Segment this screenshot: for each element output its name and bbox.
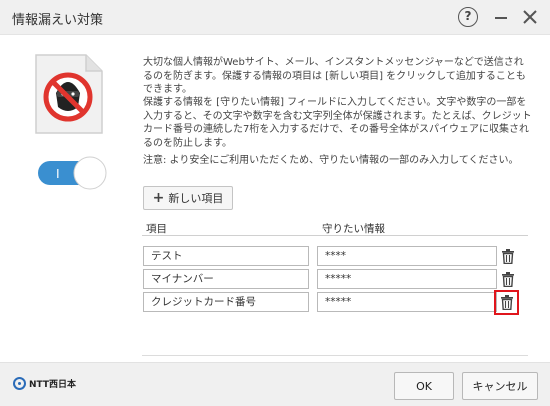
item-name-field[interactable]: マイナンバー bbox=[143, 269, 309, 289]
minimize-button[interactable] bbox=[495, 17, 507, 19]
item-name-field[interactable]: テスト bbox=[143, 246, 309, 266]
trash-icon bbox=[500, 295, 513, 310]
trash-icon bbox=[502, 271, 514, 287]
logo-mark-icon bbox=[13, 377, 26, 390]
dialog-footer: NTT西日本 OK キャンセル bbox=[0, 362, 550, 406]
protected-value-field[interactable]: ***** bbox=[317, 292, 497, 312]
close-icon[interactable] bbox=[521, 8, 539, 26]
toggle-label: I bbox=[56, 166, 60, 181]
cancel-button[interactable]: キャンセル bbox=[462, 372, 538, 400]
item-name-field[interactable]: クレジットカード番号 bbox=[143, 292, 309, 312]
delete-row-button[interactable] bbox=[498, 246, 518, 266]
description-paragraph-1: 大切な個人情報がWebサイト、メール、インスタントメッセンジャーなどで送信される… bbox=[143, 57, 526, 96]
add-new-item-button[interactable]: + 新しい項目 bbox=[143, 186, 233, 210]
column-header-item: 項目 bbox=[146, 223, 167, 235]
column-header-protected-info: 守りたい情報 bbox=[322, 223, 385, 235]
header-divider bbox=[142, 235, 528, 236]
protected-value-field[interactable]: **** bbox=[317, 246, 497, 266]
delete-row-button[interactable] bbox=[498, 269, 518, 289]
trash-icon bbox=[502, 248, 514, 264]
logo-text: NTT西日本 bbox=[29, 380, 77, 390]
plus-icon: + bbox=[152, 190, 165, 206]
protection-toggle[interactable]: I bbox=[36, 155, 108, 191]
ntt-west-logo: NTT西日本 bbox=[13, 377, 76, 390]
window-title: 情報漏えい対策 bbox=[12, 13, 104, 28]
protected-value-field[interactable]: ***** bbox=[317, 269, 497, 289]
description-note: 注意: より安全にご利用いただくため、守りたい情報の一部のみ入力してください。 bbox=[143, 155, 519, 166]
description-paragraph-2: 保護する情報を [守りたい情報] フィールドに入力してください。文字や数字の一部… bbox=[143, 97, 532, 149]
delete-row-button-highlighted[interactable] bbox=[494, 290, 519, 315]
ok-button[interactable]: OK bbox=[394, 372, 454, 400]
content-divider bbox=[142, 355, 528, 356]
help-button[interactable]: ? bbox=[458, 7, 478, 27]
add-new-item-label: 新しい項目 bbox=[168, 192, 224, 205]
data-leak-protection-icon bbox=[35, 54, 103, 134]
title-bar: 情報漏えい対策 ? bbox=[0, 0, 550, 35]
